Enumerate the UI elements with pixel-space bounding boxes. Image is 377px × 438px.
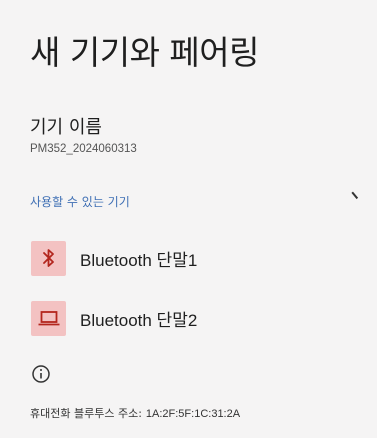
device-name: Bluetooth 단말1	[80, 250, 198, 270]
device-name-label: 기기 이름	[30, 117, 102, 138]
device-list-item[interactable]: Bluetooth 단말2	[0, 292, 377, 344]
pair-new-device-screen: 새 기기와 페어링 기기 이름 PM352_2024060313 사용할 수 있…	[0, 0, 377, 438]
bluetooth-address: 휴대전화 블루투스 주소: 1A:2F:5F:1C:31:2A	[30, 405, 240, 421]
device-name-setting[interactable]: 기기 이름 PM352_2024060313	[30, 113, 350, 155]
info-icon	[31, 364, 51, 384]
device-name-value: PM352_2024060313	[30, 143, 137, 155]
page-title: 새 기기와 페어링	[30, 33, 260, 72]
bluetooth-icon	[31, 240, 66, 276]
bluetooth-address-value: 1A:2F:5F:1C:31:2A	[145, 408, 241, 420]
available-devices-header: 사용할 수 있는 기기	[30, 195, 130, 209]
device-list-item[interactable]: Bluetooth 단말1	[0, 232, 377, 284]
laptop-icon	[31, 300, 66, 336]
bluetooth-address-label: 휴대전화 블루투스 주소:	[30, 407, 142, 420]
device-name: Bluetooth 단말2	[80, 310, 198, 330]
scanning-indicator	[349, 191, 359, 201]
